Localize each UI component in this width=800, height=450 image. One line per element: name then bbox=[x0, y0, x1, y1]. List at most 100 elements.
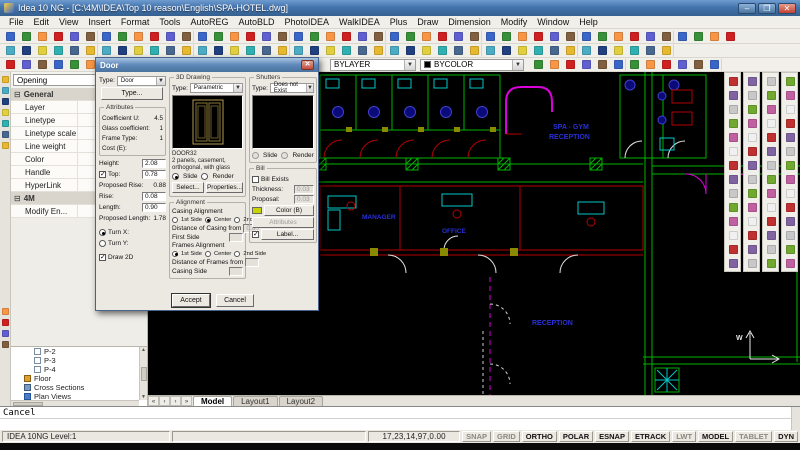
toolbar-icon[interactable] bbox=[783, 102, 797, 116]
status-toggle[interactable]: ESNAP bbox=[595, 431, 629, 442]
toolbar-icon[interactable] bbox=[578, 30, 594, 43]
toolbar-icon[interactable] bbox=[783, 144, 797, 158]
toolbar-icon[interactable] bbox=[66, 58, 82, 71]
toolbar-icon[interactable] bbox=[594, 44, 610, 57]
toolbar-icon[interactable] bbox=[98, 30, 114, 43]
toolbar-icon[interactable] bbox=[706, 30, 722, 43]
toolbar-icon[interactable] bbox=[50, 58, 66, 71]
toolbar-icon[interactable] bbox=[578, 58, 594, 71]
toolbar-icon[interactable] bbox=[726, 228, 740, 242]
menu-item[interactable]: Modify bbox=[496, 17, 533, 27]
toolbar-icon[interactable] bbox=[594, 30, 610, 43]
toolbar-icon[interactable] bbox=[0, 107, 10, 118]
toolbar-icon[interactable] bbox=[726, 214, 740, 228]
menu-item[interactable]: WalkIDEA bbox=[334, 17, 385, 27]
toolbar-icon[interactable] bbox=[530, 30, 546, 43]
top-field[interactable]: 0.78 bbox=[142, 170, 166, 179]
menu-item[interactable]: Insert bbox=[83, 17, 116, 27]
toolbar-icon[interactable] bbox=[130, 30, 146, 43]
toolbar-icon[interactable] bbox=[34, 44, 50, 57]
label-button[interactable]: Label... bbox=[261, 229, 314, 240]
toolbar-icon[interactable] bbox=[745, 256, 759, 270]
status-toggle[interactable]: ETRACK bbox=[631, 431, 670, 442]
toolbar-icon[interactable] bbox=[258, 30, 274, 43]
toolbar-icon[interactable] bbox=[530, 44, 546, 57]
toolbar-icon[interactable] bbox=[783, 200, 797, 214]
tree-vertical-scrollbar[interactable]: ▲▼ bbox=[139, 347, 147, 400]
toolbar-icon[interactable] bbox=[0, 317, 10, 328]
toolbar-icon[interactable] bbox=[726, 242, 740, 256]
toolbar-icon[interactable] bbox=[764, 256, 778, 270]
toolbar-icon[interactable] bbox=[98, 44, 114, 57]
tree-item[interactable]: P-2 bbox=[11, 347, 139, 356]
toolbar-icon[interactable] bbox=[322, 30, 338, 43]
menu-item[interactable]: File bbox=[4, 17, 29, 27]
layout-tab[interactable]: Layout1 bbox=[233, 396, 277, 406]
tree-item[interactable]: Floor bbox=[11, 374, 139, 383]
toolbar-icon[interactable] bbox=[783, 242, 797, 256]
toolbar-icon[interactable] bbox=[726, 116, 740, 130]
toolbar-icon[interactable] bbox=[783, 228, 797, 242]
toolbar-icon[interactable] bbox=[764, 186, 778, 200]
menu-item[interactable]: AutoBLD bbox=[233, 17, 279, 27]
tab-nav-arrow[interactable]: » bbox=[181, 396, 192, 406]
toolbar-icon[interactable] bbox=[658, 58, 674, 71]
status-toggle[interactable]: TABLET bbox=[735, 431, 772, 442]
toolbar-icon[interactable] bbox=[18, 44, 34, 57]
layout-tab[interactable]: Model bbox=[193, 396, 232, 406]
toolbar-icon[interactable] bbox=[658, 30, 674, 43]
toolbar-icon[interactable] bbox=[370, 44, 386, 57]
menu-item[interactable]: Help bbox=[574, 17, 603, 27]
toolbar-icon[interactable] bbox=[642, 58, 658, 71]
toolbar-icon[interactable] bbox=[764, 116, 778, 130]
toolbar-icon[interactable] bbox=[626, 30, 642, 43]
toolbar-icon[interactable] bbox=[146, 44, 162, 57]
menu-item[interactable]: Draw bbox=[412, 17, 443, 27]
toolbar-icon[interactable] bbox=[722, 30, 738, 43]
toolbar-icon[interactable] bbox=[610, 44, 626, 57]
toolbar-icon[interactable] bbox=[764, 172, 778, 186]
command-input-line[interactable] bbox=[0, 419, 800, 430]
toolbar-icon[interactable] bbox=[764, 228, 778, 242]
tab-nav-arrow[interactable]: › bbox=[170, 396, 181, 406]
slide-radio[interactable] bbox=[172, 173, 179, 180]
toolbar-icon[interactable] bbox=[562, 44, 578, 57]
toolbar-icon[interactable] bbox=[0, 306, 10, 317]
toolbar-icon[interactable] bbox=[658, 44, 674, 57]
toolbar-icon[interactable] bbox=[82, 30, 98, 43]
status-toggle[interactable]: MODEL bbox=[698, 431, 733, 442]
toolbar-icon[interactable] bbox=[114, 44, 130, 57]
toolbar-icon[interactable] bbox=[764, 200, 778, 214]
toolbar-icon[interactable] bbox=[162, 30, 178, 43]
toolbar-icon[interactable] bbox=[418, 44, 434, 57]
toolbar-icon[interactable] bbox=[130, 44, 146, 57]
toolbar-icon[interactable] bbox=[466, 44, 482, 57]
toolbar-icon[interactable] bbox=[626, 58, 642, 71]
toolbar-icon[interactable] bbox=[726, 144, 740, 158]
toolbar-icon[interactable] bbox=[764, 130, 778, 144]
toolbar-icon[interactable] bbox=[322, 44, 338, 57]
toolbar-icon[interactable] bbox=[418, 30, 434, 43]
menu-item[interactable]: View bbox=[54, 17, 83, 27]
frames-center-radio[interactable] bbox=[205, 251, 211, 257]
toolbar-icon[interactable] bbox=[34, 30, 50, 43]
toolbar-icon[interactable] bbox=[726, 186, 740, 200]
draw-2d-checkbox[interactable] bbox=[99, 254, 106, 261]
toolbar-icon[interactable] bbox=[546, 30, 562, 43]
toolbar-icon[interactable] bbox=[226, 44, 242, 57]
toolbar-icon[interactable] bbox=[783, 88, 797, 102]
status-toggle[interactable]: POLAR bbox=[559, 431, 593, 442]
toolbar-icon[interactable] bbox=[764, 242, 778, 256]
layout-tab[interactable]: Layout2 bbox=[279, 396, 323, 406]
toolbar-icon[interactable] bbox=[242, 44, 258, 57]
toolbar-icon[interactable] bbox=[578, 44, 594, 57]
toolbar-icon[interactable] bbox=[745, 88, 759, 102]
toolbar-icon[interactable] bbox=[690, 30, 706, 43]
toolbar-icon[interactable] bbox=[764, 102, 778, 116]
toolbar-icon[interactable] bbox=[674, 30, 690, 43]
toolbar-icon[interactable] bbox=[114, 30, 130, 43]
toolbar-icon[interactable] bbox=[274, 30, 290, 43]
toolbar-icon[interactable] bbox=[726, 102, 740, 116]
toolbar-icon[interactable] bbox=[514, 30, 530, 43]
toolbar-icon[interactable] bbox=[290, 30, 306, 43]
